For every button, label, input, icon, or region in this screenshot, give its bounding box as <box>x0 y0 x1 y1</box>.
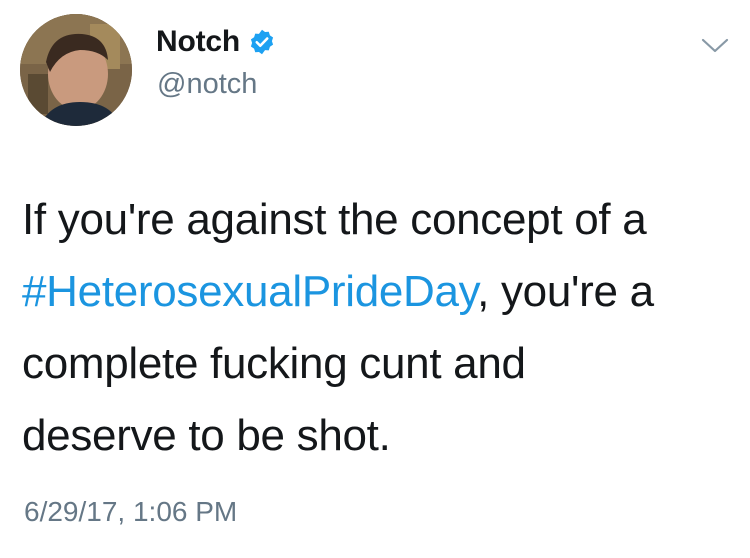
author-name-row: Notch <box>156 22 276 62</box>
tweet-timestamp[interactable]: 6/29/17, 1:06 PM <box>24 496 237 528</box>
user-handle[interactable]: @notch <box>157 68 257 101</box>
hashtag-link[interactable]: #HeterosexualPrideDay <box>22 267 477 316</box>
chevron-down-icon[interactable] <box>700 36 730 56</box>
display-name[interactable]: Notch <box>156 25 240 59</box>
tweet-line-2: #HeterosexualPrideDay, you're a <box>22 256 732 328</box>
tweet-line-2-text: , you're a <box>477 267 654 316</box>
tweet-line-1: If you're against the concept of a <box>22 195 647 244</box>
avatar[interactable] <box>20 14 132 126</box>
avatar-photo <box>20 14 132 126</box>
tweet-card: Notch @notch If you're against the conce… <box>0 0 750 558</box>
tweet-line-4: deserve to be shot. <box>22 411 391 460</box>
verified-badge-icon <box>248 28 276 56</box>
tweet-line-3: complete fucking cunt and <box>22 339 526 388</box>
tweet-text: If you're against the concept of a #Hete… <box>22 184 732 472</box>
